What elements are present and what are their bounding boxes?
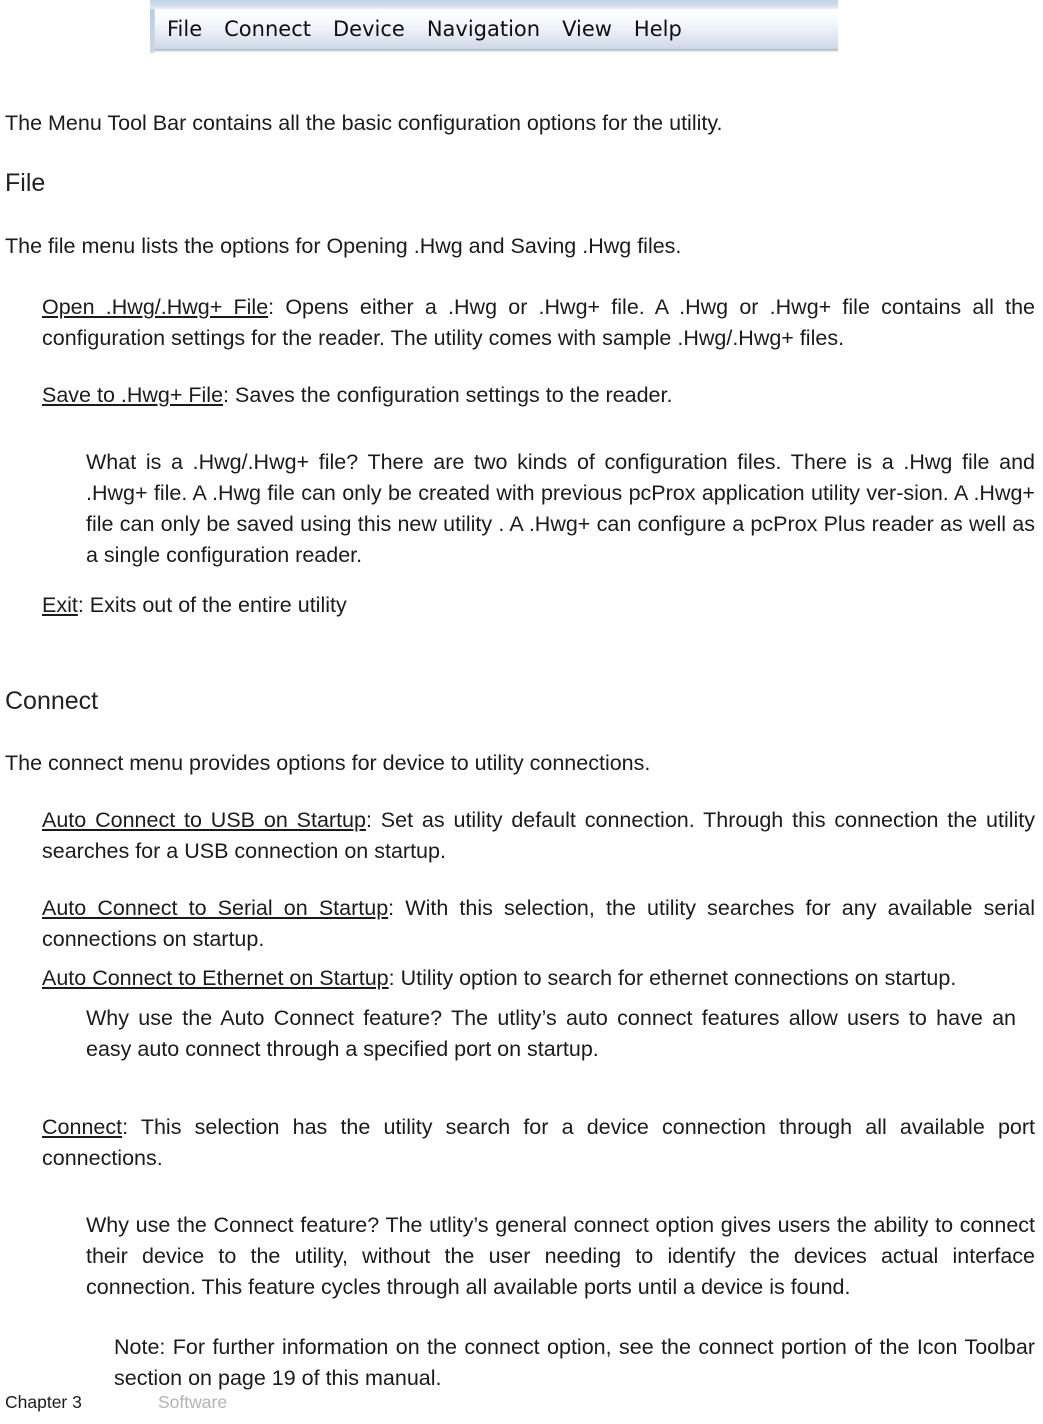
term-connect-description: : This selection has the utility search … [42, 1115, 1035, 1170]
page-footer: Chapter 3 Software [0, 1392, 1043, 1418]
term-save-hwg-file-description: : Saves the configuration settings to th… [223, 383, 673, 407]
term-exit-description: : Exits out of the entire utility [77, 593, 347, 617]
term-save-hwg-file: Save to .Hwg+ File [42, 383, 224, 407]
heading-file: File [5, 169, 46, 197]
menu-item-connect[interactable]: Connect [224, 12, 328, 46]
menu-bar-underline [154, 49, 838, 52]
menu-tool-bar-figure: · · · · — · · · File Connect Device Navi… [150, 0, 838, 57]
paragraph-why-connect: Why use the Connect feature? The utlity’… [86, 1213, 1035, 1299]
paragraph-hwg-explainer: What is a .Hwg/.Hwg+ file? There are two… [86, 450, 1035, 567]
term-auto-connect-ethernet: Auto Connect to Ethernet on Startup [42, 966, 389, 990]
footer-chapter-label: Chapter 3 [5, 1392, 82, 1412]
paragraph-auto-connect-usb: Auto Connect to USB on Startup: Set as u… [42, 805, 1035, 867]
paragraph-open-hwg: Open .Hwg/.Hwg+ File: Opens either a .Hw… [42, 292, 1035, 354]
paragraph-auto-connect-ethernet: Auto Connect to Ethernet on Startup: Uti… [42, 963, 1042, 994]
term-auto-connect-ethernet-description: : Utility option to search for ethernet … [388, 966, 957, 990]
term-open-hwg-file: Open .Hwg/.Hwg+ File [42, 295, 269, 319]
paragraph-why-auto-connect: Why use the Auto Connect feature? The ut… [86, 1006, 1016, 1061]
paragraph-file-intro: The file menu lists the options for Open… [5, 234, 682, 258]
paragraph-intro: The Menu Tool Bar contains all the basic… [5, 111, 723, 135]
paragraph-connect-intro: The connect menu provides options for de… [5, 751, 651, 775]
figure-ghost-text: · · · · — · · · [156, 0, 330, 7]
application-menu-bar: File Connect Device Navigation View Help [154, 9, 838, 49]
footer-section-label: Software [158, 1392, 228, 1412]
menu-bar-items: File Connect Device Navigation View Help [167, 12, 704, 46]
menu-item-view[interactable]: View [562, 12, 629, 46]
heading-connect: Connect [5, 687, 99, 715]
menu-item-file[interactable]: File [167, 12, 219, 46]
menu-item-device[interactable]: Device [333, 12, 422, 46]
menu-item-help[interactable]: Help [634, 12, 699, 46]
paragraph-save-hwg: Save to .Hwg+ File: Saves the configurat… [42, 380, 1035, 411]
figure-top-strip: · · · · — · · · [150, 0, 838, 9]
paragraph-note: Note: For further information on the con… [114, 1335, 1035, 1390]
paragraph-auto-connect-serial: Auto Connect to Serial on Startup: With … [42, 893, 1035, 955]
menu-item-navigation[interactable]: Navigation [427, 12, 557, 46]
paragraph-exit: Exit: Exits out of the entire utility [42, 590, 1035, 621]
term-auto-connect-serial: Auto Connect to Serial on Startup [42, 896, 389, 920]
term-connect: Connect [42, 1115, 123, 1139]
term-exit: Exit [42, 593, 78, 617]
term-auto-connect-usb: Auto Connect to USB on Startup [42, 808, 366, 832]
paragraph-connect: Connect: This selection has the utility … [42, 1112, 1035, 1174]
